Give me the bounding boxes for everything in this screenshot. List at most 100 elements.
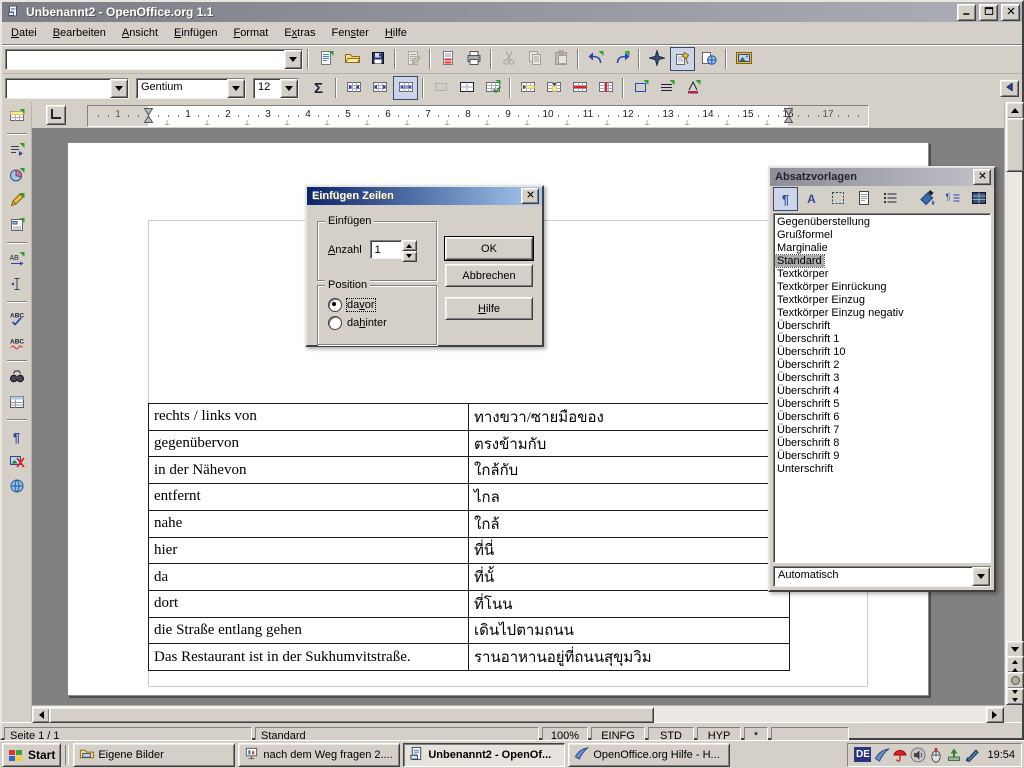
- horizontal-ruler[interactable]: 11234567891011121314151617⊥⊥⊥⊥⊥⊥⊥⊥⊥⊥⊥⊥⊥⊥…: [87, 105, 869, 127]
- insert-fields-button[interactable]: [4, 139, 29, 163]
- list-styles-button[interactable]: [877, 187, 902, 211]
- open-button[interactable]: [339, 47, 364, 71]
- table-cell-german[interactable]: hier: [149, 538, 469, 565]
- direct-cursor-button[interactable]: [4, 273, 29, 297]
- style-item-textk-rper-einr-ckung[interactable]: Textkörper Einrückung: [775, 281, 989, 294]
- tab-type-button[interactable]: [46, 105, 66, 125]
- menu-fenster[interactable]: Fenster: [324, 24, 377, 42]
- task-eigene-bilder[interactable]: Eigene Bilder: [73, 743, 235, 767]
- tray-volume[interactable]: [910, 747, 926, 763]
- data-sources-button[interactable]: [4, 391, 29, 415]
- new-style-button[interactable]: ¶: [940, 187, 965, 211]
- table-cell-thai[interactable]: ไกล: [469, 484, 790, 511]
- para-styles-button[interactable]: ¶: [773, 187, 798, 211]
- style-item--berschrift-10[interactable]: Überschrift 10: [775, 346, 989, 359]
- draw-functions-button[interactable]: [4, 189, 29, 213]
- export-pdf-button[interactable]: [435, 47, 460, 71]
- radio-after-label[interactable]: dahinter: [347, 317, 387, 329]
- font-size-combobox[interactable]: 12: [253, 78, 299, 99]
- delete-row-button[interactable]: [567, 76, 592, 100]
- style-item--berschrift-1[interactable]: Überschrift 1: [775, 333, 989, 346]
- table-cell-german[interactable]: die Straße entlang gehen: [149, 618, 469, 645]
- style-item-textk-rper-einzug[interactable]: Textkörper Einzug: [775, 294, 989, 307]
- start-button[interactable]: Start: [2, 743, 61, 767]
- task-nach-dem-weg-fragen-2-[interactable]: nach dem Weg fragen 2....: [238, 743, 400, 767]
- navigator-button[interactable]: [644, 47, 669, 71]
- count-spinner[interactable]: 1: [370, 240, 417, 259]
- url-dropdown-icon[interactable]: [284, 50, 302, 69]
- table-cell-german[interactable]: nahe: [149, 511, 469, 538]
- tray-safely-remove[interactable]: [946, 747, 962, 763]
- table-cell-german[interactable]: Das Restaurant ist in der Sukhumvitstraß…: [149, 644, 469, 671]
- insert-rows-dialog[interactable]: Einfügen Zeilen Einfügen Anzahl 1: [305, 185, 544, 347]
- style-item--berschrift-3[interactable]: Überschrift 3: [775, 372, 989, 385]
- undo-button[interactable]: [583, 47, 608, 71]
- sum-button[interactable]: Σ: [306, 76, 331, 100]
- style-item-textk-rper[interactable]: Textkörper: [775, 268, 989, 281]
- scroll-up-button[interactable]: [1006, 102, 1024, 119]
- style-item-gegen-berstellung[interactable]: Gegenüberstellung: [775, 216, 989, 229]
- borders-button[interactable]: [454, 76, 479, 100]
- optimal-button[interactable]: [393, 76, 418, 100]
- radio-before-row[interactable]: davor: [318, 294, 436, 312]
- style-item-standard[interactable]: Standard: [775, 255, 989, 268]
- filter-dropdown-icon[interactable]: [972, 567, 990, 586]
- stylist-close-button[interactable]: [973, 169, 991, 185]
- menu-extras[interactable]: Extras: [276, 24, 323, 42]
- left-indent-marker[interactable]: [144, 108, 153, 123]
- style-item--berschrift-2[interactable]: Überschrift 2: [775, 359, 989, 372]
- table-row[interactable]: in der Nähevonใกล้กับ: [149, 457, 790, 484]
- auto-spellcheck-button[interactable]: ABC: [4, 332, 29, 356]
- style-item-unterschrift[interactable]: Unterschrift: [775, 463, 989, 476]
- style-item--berschrift-7[interactable]: Überschrift 7: [775, 424, 989, 437]
- spin-up-icon[interactable]: [402, 240, 417, 251]
- style-dropdown-icon[interactable]: [110, 79, 128, 98]
- autotext-button[interactable]: AB: [4, 248, 29, 272]
- dialog-close-button[interactable]: [521, 188, 539, 204]
- char-styles-button[interactable]: A: [799, 187, 824, 211]
- optimize-size-button[interactable]: [480, 76, 505, 100]
- page-styles-button[interactable]: [851, 187, 876, 211]
- scroll-left-button[interactable]: [32, 707, 50, 723]
- gallery-button[interactable]: [731, 47, 756, 71]
- table-cell-german[interactable]: gegenübervon: [149, 431, 469, 458]
- tray-antivirus[interactable]: [892, 747, 908, 763]
- table-row[interactable]: naheใกล้: [149, 511, 790, 538]
- style-item-marginalie[interactable]: Marginalie: [775, 242, 989, 255]
- doc-table[interactable]: rechts / links vonทางขวา/ซายมือของgegenü…: [148, 403, 790, 671]
- frame-styles-button[interactable]: [825, 187, 850, 211]
- next-page-button[interactable]: [1006, 688, 1024, 705]
- table-cell-german[interactable]: in der Nähevon: [149, 457, 469, 484]
- online-layout-button[interactable]: [4, 475, 29, 499]
- tray-mouse[interactable]: [928, 747, 944, 763]
- stylist-panel[interactable]: Absatzvorlagen ¶A ¶ GegenüberstellungGru…: [768, 166, 996, 592]
- find-replace-button[interactable]: [4, 366, 29, 390]
- border-style-button[interactable]: [628, 76, 653, 100]
- menu-hilfe[interactable]: Hilfe: [377, 24, 415, 42]
- table-cell-thai[interactable]: ใกล้: [469, 511, 790, 538]
- redo-button[interactable]: [609, 47, 634, 71]
- table-row[interactable]: entferntไกล: [149, 484, 790, 511]
- radio-before-label[interactable]: davor: [347, 299, 375, 311]
- size-dropdown-icon[interactable]: [280, 79, 298, 98]
- menu-ansicht[interactable]: Ansicht: [114, 24, 166, 42]
- print-button[interactable]: [461, 47, 486, 71]
- tray-pen-tool[interactable]: [964, 747, 980, 763]
- insert-object-button[interactable]: [4, 164, 29, 188]
- paragraph-style-combobox[interactable]: [5, 78, 129, 99]
- delete-col-button[interactable]: [593, 76, 618, 100]
- table-cell-thai[interactable]: ทางขวา/ซายมือของ: [469, 404, 790, 431]
- table-cell-thai[interactable]: รานอาหานอยู่ที่ถนนสุขุมวิม: [469, 644, 790, 671]
- table-row[interactable]: dortที่โนน: [149, 591, 790, 618]
- style-item-gru-formel[interactable]: Grußformel: [775, 229, 989, 242]
- table-row[interactable]: die Straße entlang gehenเดินไปตามถนน: [149, 618, 790, 645]
- insert-table-button[interactable]: [4, 105, 29, 129]
- table-cell-thai[interactable]: ที่นี่: [469, 538, 790, 565]
- task-openoffice-org-hilfe-h-[interactable]: OpenOffice.org Hilfe - H...: [568, 743, 730, 767]
- table-cell-german[interactable]: dort: [149, 591, 469, 618]
- style-item--berschrift[interactable]: Überschrift: [775, 320, 989, 333]
- cancel-button[interactable]: Abbrechen: [445, 264, 533, 287]
- help-button[interactable]: Hilfe: [445, 297, 533, 320]
- scroll-right-button[interactable]: [986, 707, 1004, 723]
- font-dropdown-icon[interactable]: [227, 79, 245, 98]
